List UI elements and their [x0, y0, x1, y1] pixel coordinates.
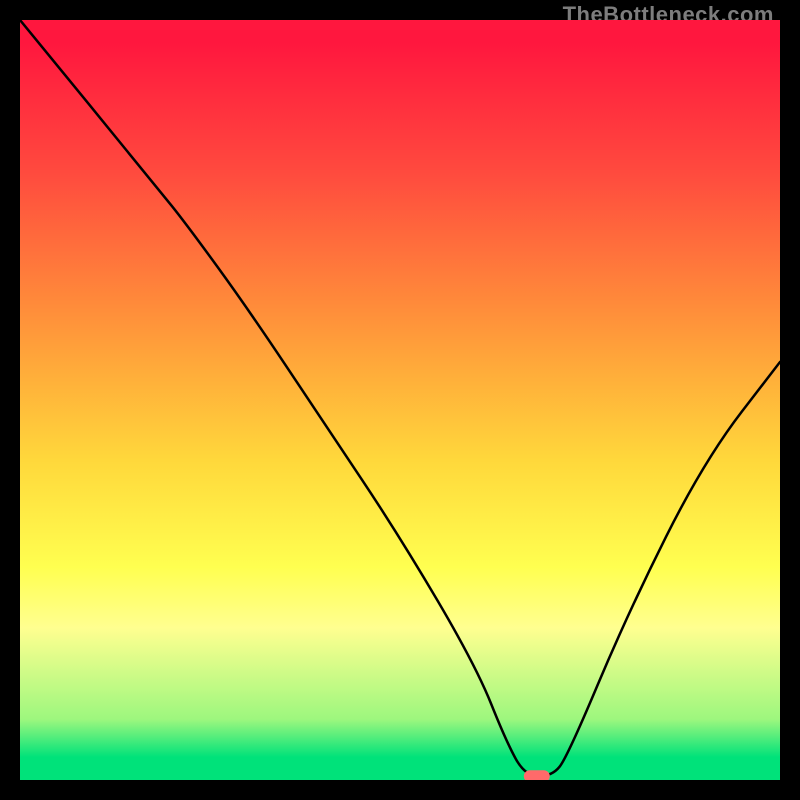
bottleneck-curve	[20, 20, 780, 776]
chart-svg	[20, 20, 780, 780]
minimum-marker	[524, 770, 550, 780]
plot-area	[20, 20, 780, 780]
chart-frame: TheBottleneck.com	[0, 0, 800, 800]
